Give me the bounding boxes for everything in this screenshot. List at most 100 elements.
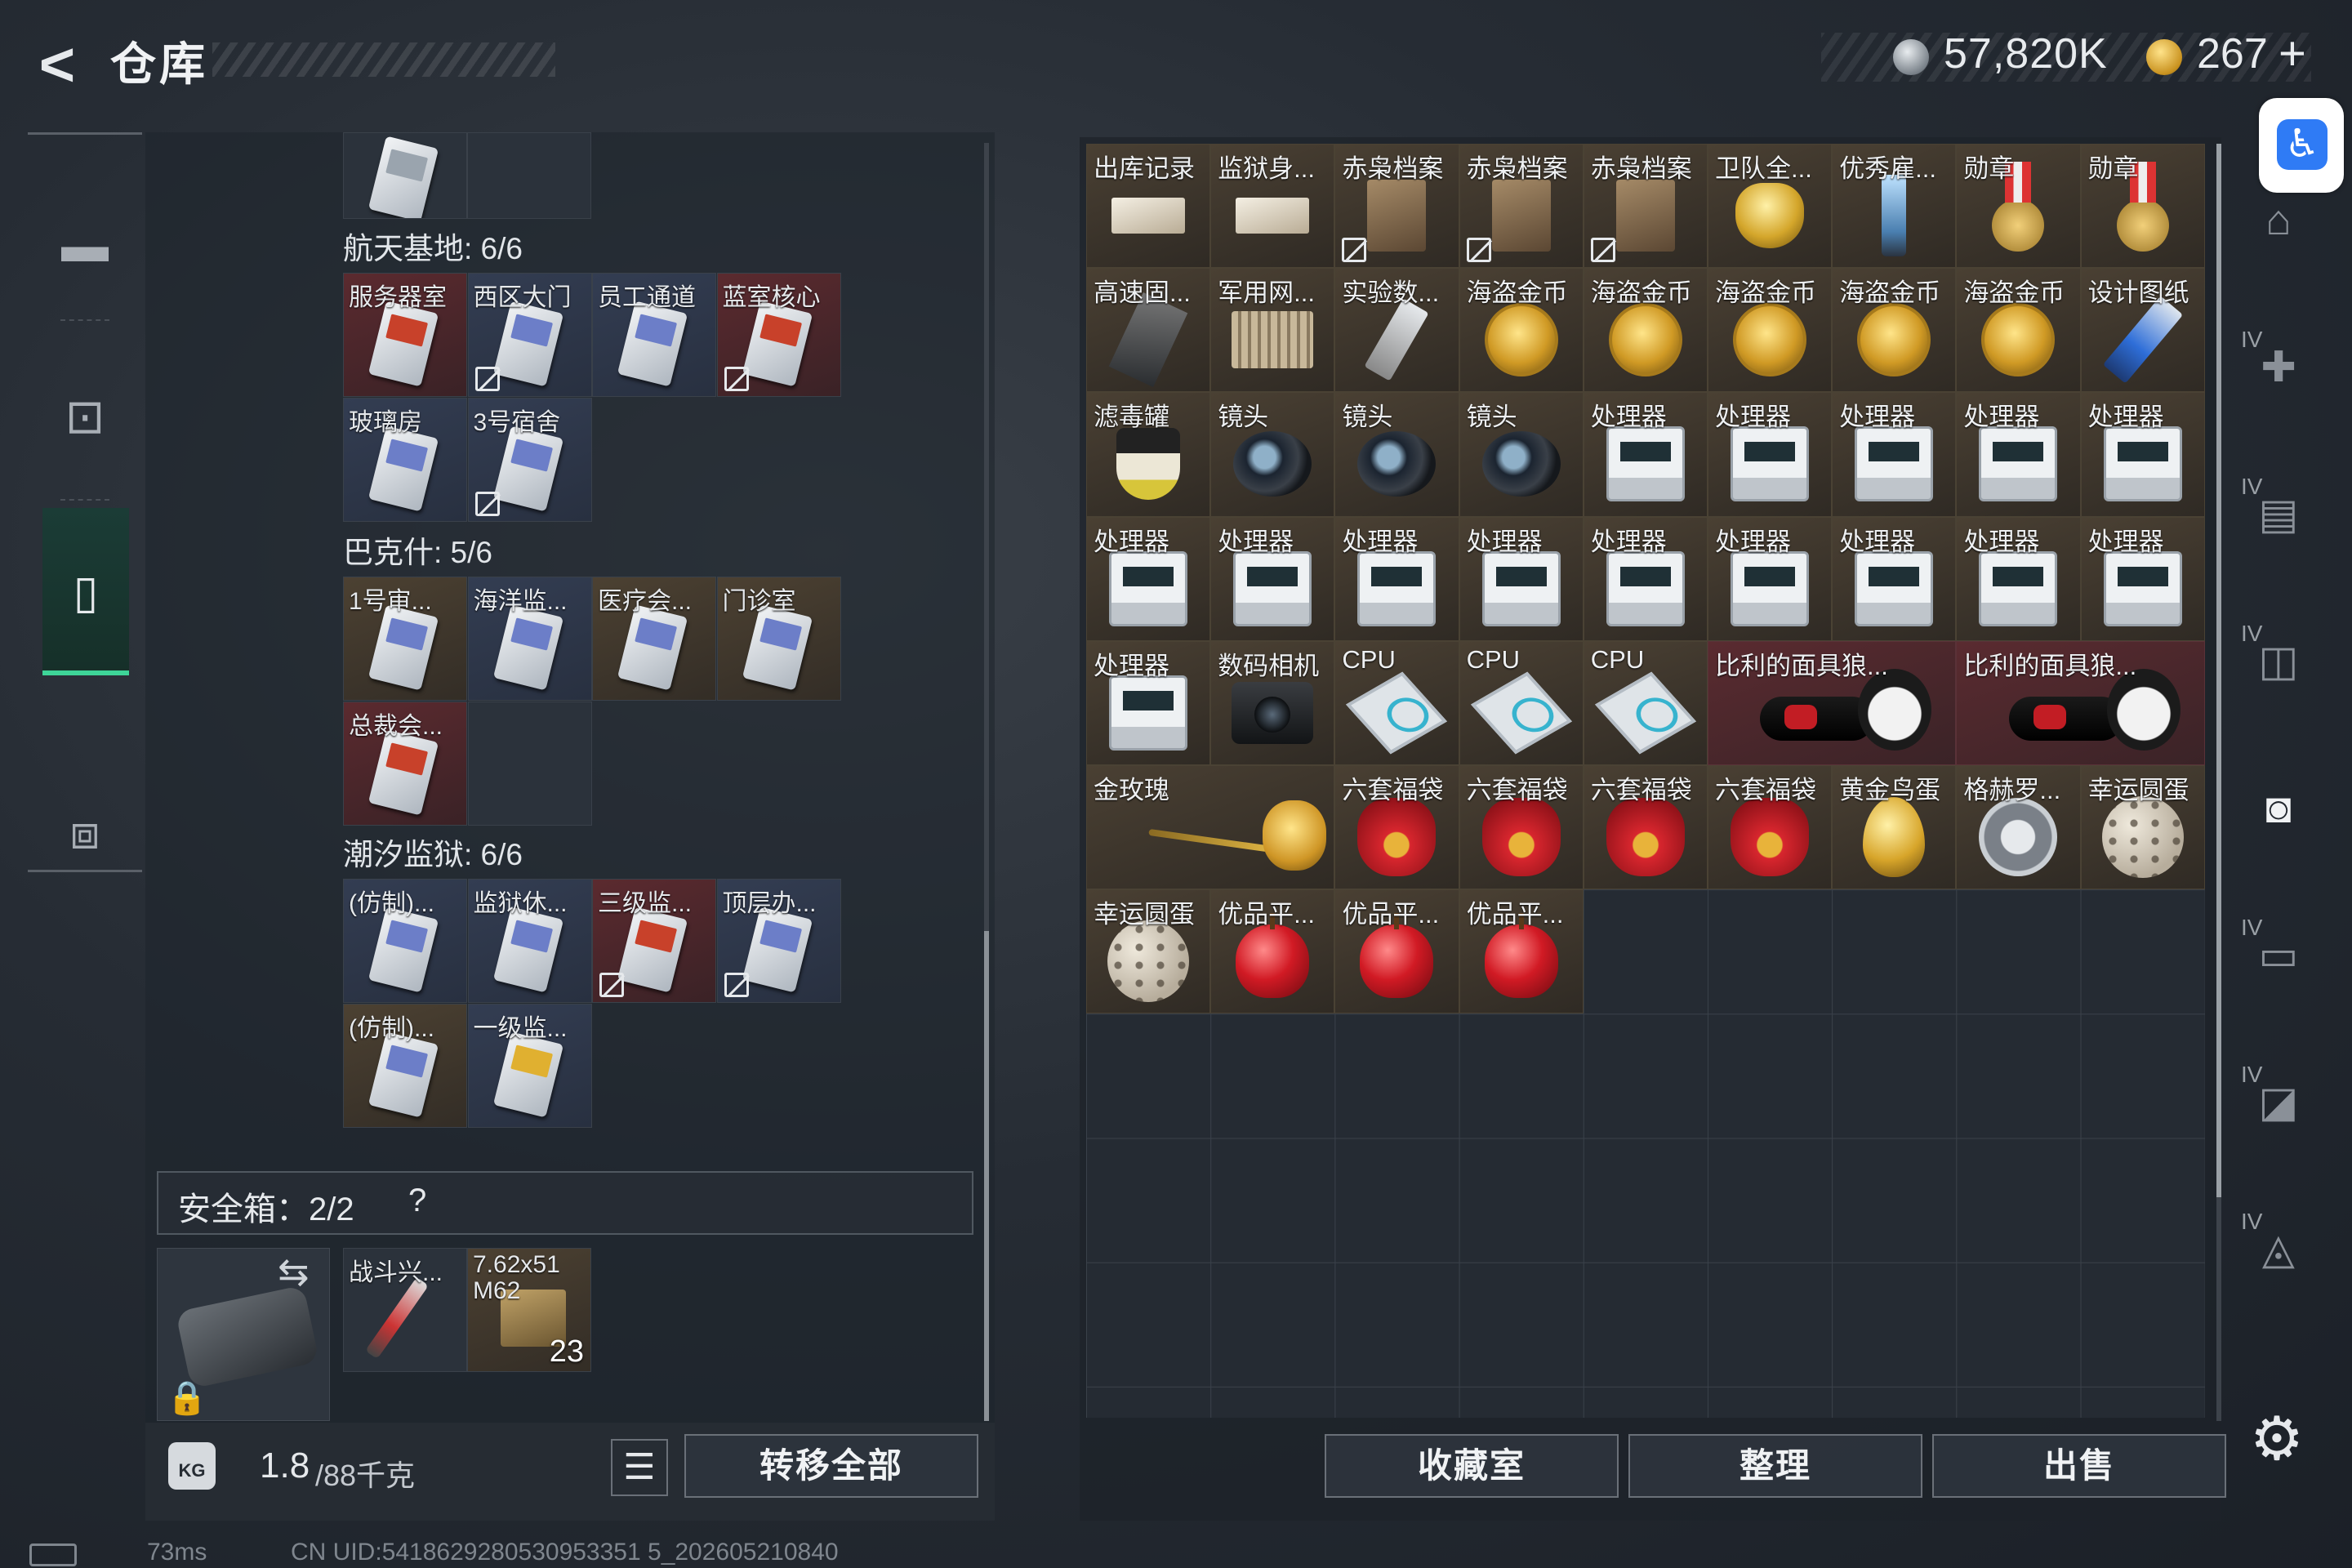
storage-item[interactable]: 处理器 xyxy=(1086,516,1211,641)
storage-item[interactable]: 处理器 xyxy=(1708,516,1833,641)
storage-item[interactable]: 处理器 xyxy=(1956,392,2081,517)
storage-item[interactable]: CPU xyxy=(1583,640,1708,765)
storage-item[interactable]: 比利的面具狼... xyxy=(1708,640,1957,765)
armor-icon[interactable]: IV ▤ xyxy=(2238,474,2319,555)
stash-scrollbar-thumb[interactable] xyxy=(984,931,989,1421)
stash-cell-empty[interactable] xyxy=(467,132,591,219)
add-coins-button[interactable]: + xyxy=(2278,26,2306,81)
storage-item[interactable]: CPU xyxy=(1459,640,1584,765)
collection-icon[interactable]: ◙ xyxy=(2238,768,2319,849)
stash-item[interactable]: (仿制)... xyxy=(343,879,467,1003)
sell-button[interactable]: 出售 xyxy=(1932,1434,2226,1498)
collection-button[interactable]: 收藏室 xyxy=(1325,1434,1619,1498)
storage-item[interactable]: 幸运圆蛋 xyxy=(2080,765,2205,890)
case-nav-active[interactable]: ▯ xyxy=(42,508,129,675)
storage-item[interactable]: 海盗金币 xyxy=(1956,268,2081,393)
storage-item[interactable]: 格赫罗... xyxy=(1956,765,2081,890)
stash-item[interactable]: 3号宿舍 xyxy=(467,397,592,522)
storage-item[interactable]: 优品平... xyxy=(1334,889,1459,1014)
storage-item[interactable]: 海盗金币 xyxy=(1459,268,1584,393)
storage-item[interactable]: 镜头 xyxy=(1459,392,1584,517)
storage-item[interactable]: 处理器 xyxy=(1086,640,1211,765)
stash-item[interactable]: 监狱休... xyxy=(467,879,592,1003)
storage-item[interactable]: 处理器 xyxy=(1832,516,1957,641)
storage-item[interactable]: 幸运圆蛋 xyxy=(1086,889,1211,1014)
stash-item[interactable]: 西区大门 xyxy=(467,273,592,397)
storage-item[interactable]: 海盗金币 xyxy=(1832,268,1957,393)
storage-item[interactable]: 数码相机 xyxy=(1210,640,1335,765)
gear-ammo-icon[interactable]: IV ◪ xyxy=(2238,1062,2319,1143)
storage-item[interactable]: 镜头 xyxy=(1210,392,1335,517)
accessibility-button[interactable]: ♿ xyxy=(2259,98,2344,193)
stash-item[interactable]: 医疗会... xyxy=(592,577,716,701)
stash-item[interactable]: 海洋监... xyxy=(467,577,592,701)
settings-gear-icon[interactable]: ⚙ xyxy=(2244,1406,2310,1472)
stash-item[interactable]: 员工通道 xyxy=(592,273,716,397)
storage-item[interactable]: 优品平... xyxy=(1210,889,1335,1014)
gun-icon[interactable]: ▬ xyxy=(28,184,142,306)
storage-item[interactable]: 优品平... xyxy=(1459,889,1584,1014)
stash-item[interactable]: 三级监... xyxy=(592,879,716,1003)
storage-item[interactable]: 海盗金币 xyxy=(1583,268,1708,393)
storage-item[interactable]: 处理器 xyxy=(2080,392,2205,517)
storage-item[interactable]: 黄金鸟蛋 xyxy=(1832,765,1957,890)
storage-item[interactable]: 高速固... xyxy=(1086,268,1211,393)
storage-item[interactable]: 处理器 xyxy=(1956,516,2081,641)
storage-item[interactable]: 优秀雇... xyxy=(1832,144,1957,269)
storage-item[interactable]: 赤枭档案 xyxy=(1583,144,1708,269)
storage-item[interactable]: 金玫瑰 xyxy=(1086,765,1335,890)
loot-icon[interactable]: IV ◫ xyxy=(2238,621,2319,702)
stash-item[interactable]: 服务器室 xyxy=(343,273,467,397)
storage-item[interactable]: 处理器 xyxy=(2080,516,2205,641)
backpack-icon[interactable]: ⊡ xyxy=(28,355,142,478)
list-view-button[interactable]: ☰ xyxy=(611,1439,668,1496)
stash-item[interactable]: 总裁会... xyxy=(343,701,467,826)
storage-item[interactable]: 处理器 xyxy=(1210,516,1335,641)
stash-item[interactable]: 1号审... xyxy=(343,577,467,701)
storage-item[interactable]: 监狱身... xyxy=(1210,144,1335,269)
storage-item[interactable]: 六套福袋 xyxy=(1708,765,1833,890)
storage-item[interactable]: 处理器 xyxy=(1583,516,1708,641)
storage-item[interactable]: 六套福袋 xyxy=(1459,765,1584,890)
storage-item[interactable]: 滤毒罐 xyxy=(1086,392,1211,517)
storage-item[interactable]: 海盗金币 xyxy=(1708,268,1833,393)
storage-item[interactable]: 六套福袋 xyxy=(1334,765,1459,890)
storage-item[interactable]: 设计图纸 xyxy=(2080,268,2205,393)
stash-item[interactable]: 一级监... xyxy=(467,1003,592,1128)
folder-icon[interactable]: IV ▭ xyxy=(2238,915,2319,996)
swap-icon[interactable]: ⇆ xyxy=(278,1250,310,1294)
home-icon[interactable]: ⌂ xyxy=(2238,180,2319,261)
storage-item[interactable]: 赤枭档案 xyxy=(1334,144,1459,269)
storage-item[interactable]: 赤枭档案 xyxy=(1459,144,1584,269)
storage-item[interactable]: 处理器 xyxy=(1334,516,1459,641)
stash-item[interactable]: 玻璃房 xyxy=(343,397,467,522)
toolbox-icon[interactable]: ⧈ xyxy=(28,772,142,894)
storage-item[interactable]: 六套福袋 xyxy=(1583,765,1708,890)
sort-button[interactable]: 整理 xyxy=(1628,1434,1922,1498)
storage-item[interactable]: 卫队全... xyxy=(1708,144,1833,269)
back-arrow-icon[interactable]: < xyxy=(24,33,90,98)
storage-scrollbar-thumb[interactable] xyxy=(2216,144,2221,1197)
storage-item[interactable]: 勋章 xyxy=(1956,144,2081,269)
storage-item[interactable]: 处理器 xyxy=(1708,392,1833,517)
storage-item[interactable]: 镜头 xyxy=(1334,392,1459,517)
stash-cell-empty[interactable] xyxy=(467,701,592,826)
storage-item[interactable]: 出库记录 xyxy=(1086,144,1211,269)
stash-cell[interactable] xyxy=(343,132,467,219)
storage-item[interactable]: 军用网... xyxy=(1210,268,1335,393)
transfer-all-button[interactable]: 转移全部 xyxy=(684,1434,978,1498)
stash-item[interactable]: (仿制)... xyxy=(343,1003,467,1128)
help-icon[interactable]: ? xyxy=(408,1183,426,1219)
storage-item[interactable]: CPU xyxy=(1334,640,1459,765)
safebox-item[interactable]: 7.62x51 M62 23 xyxy=(467,1248,591,1372)
storage-item[interactable]: 比利的面具狼... xyxy=(1956,640,2205,765)
storage-item[interactable]: 处理器 xyxy=(1583,392,1708,517)
stash-item[interactable]: 蓝室核心 xyxy=(716,273,841,397)
storage-item[interactable]: 处理器 xyxy=(1459,516,1584,641)
storage-item[interactable]: 处理器 xyxy=(1832,392,1957,517)
stash-item[interactable]: 顶层办... xyxy=(716,879,841,1003)
medkit-icon[interactable]: IV ✚ xyxy=(2238,327,2319,408)
box-icon[interactable]: IV ◬ xyxy=(2238,1209,2319,1290)
safebox-item[interactable]: 战斗兴... xyxy=(343,1248,467,1372)
storage-item[interactable]: 勋章 xyxy=(2080,144,2205,269)
